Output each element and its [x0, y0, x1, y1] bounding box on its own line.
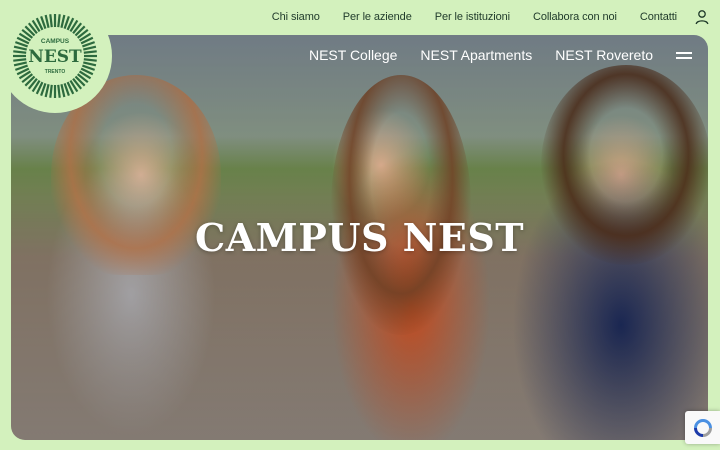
hero-section: NEST College NEST Apartments NEST Rovere…: [11, 35, 708, 440]
logo-text-main: NEST: [28, 47, 82, 67]
logo-text-bottom: TRENTO: [45, 69, 66, 75]
hero-title: CAMPUS NEST: [194, 215, 525, 260]
nav-link-chi-siamo[interactable]: Chi siamo: [272, 11, 320, 23]
nav-link-contatti[interactable]: Contatti: [640, 11, 677, 23]
hero-photo-shape: [331, 75, 471, 335]
nav-link-collabora-con-noi[interactable]: Collabora con noi: [533, 11, 617, 23]
logo-text-top: CAMPUS: [41, 38, 70, 45]
hamburger-menu-icon[interactable]: [676, 50, 692, 60]
top-navigation: Chi siamo Per le aziende Per le istituzi…: [249, 0, 720, 34]
nav-link-per-le-aziende[interactable]: Per le aziende: [343, 11, 412, 23]
user-icon[interactable]: [694, 9, 710, 25]
recaptcha-icon: [693, 418, 712, 437]
hero-nav-nest-college[interactable]: NEST College: [309, 47, 397, 63]
hero-nav-nest-rovereto[interactable]: NEST Rovereto: [555, 47, 653, 63]
campus-nest-logo[interactable]: CAMPUS NEST TRENTO: [0, 0, 112, 113]
hero-navigation: NEST College NEST Apartments NEST Rovere…: [309, 47, 692, 63]
logo-emblem: CAMPUS NEST TRENTO: [13, 14, 97, 98]
nav-link-per-le-istituzioni[interactable]: Per le istituzioni: [435, 11, 510, 23]
hero-nav-nest-apartments[interactable]: NEST Apartments: [420, 47, 532, 63]
recaptcha-badge[interactable]: [685, 411, 720, 444]
